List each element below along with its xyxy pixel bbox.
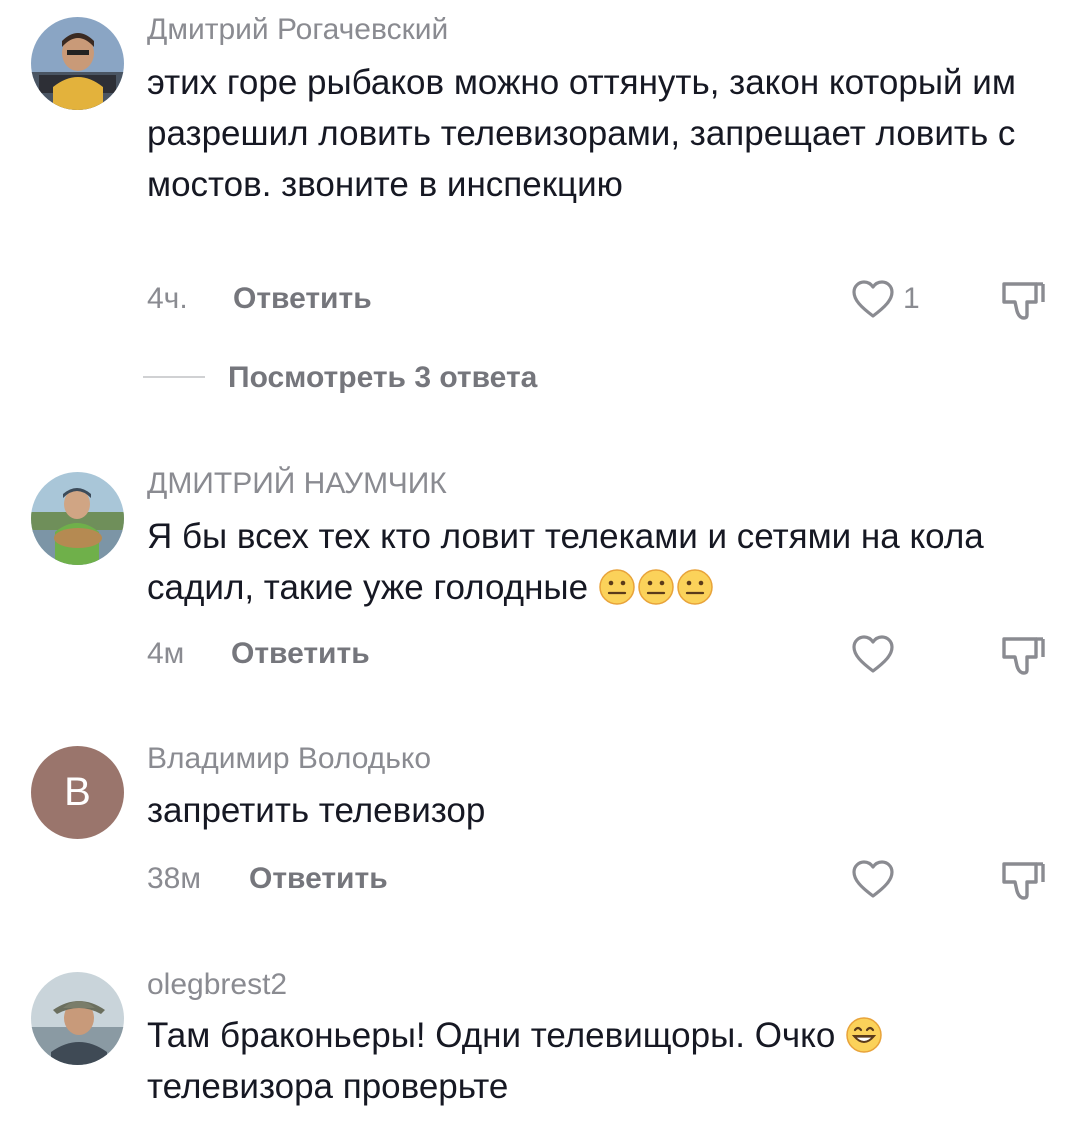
comment-text-content: Там браконьеры! Одни телевищоры. Очко [147, 1016, 836, 1055]
thumbs-down-icon [1002, 862, 1045, 900]
avatar[interactable]: B [31, 746, 124, 839]
reply-button[interactable]: Ответить [249, 861, 388, 897]
comment-text: Я бы всех тех кто ловит телеками и сетям… [147, 511, 1017, 613]
dislike-button[interactable] [1000, 858, 1046, 900]
heart-icon [852, 280, 894, 318]
avatar[interactable] [31, 472, 124, 565]
thumbs-down-icon [1002, 282, 1045, 320]
comment-username[interactable]: Дмитрий Рогачевский [147, 12, 448, 48]
divider-line [143, 376, 205, 378]
dislike-button[interactable] [1000, 633, 1046, 675]
view-replies-label: Посмотреть 3 ответа [228, 361, 538, 394]
like-count: 1 [903, 282, 920, 315]
neutral-face-emoji [676, 568, 714, 606]
avatar[interactable] [31, 972, 124, 1065]
comment-text: запретить телевизор [147, 791, 486, 830]
neutral-face-emoji [598, 568, 636, 606]
like-button[interactable] [851, 859, 895, 899]
comment-text: Там браконьеры! Одни телевищоры. Очко те… [147, 1010, 1017, 1112]
like-button[interactable] [851, 634, 895, 674]
reply-button[interactable]: Ответить [231, 636, 370, 672]
comment-text: этих горе рыбаков можно оттянуть, закон … [147, 63, 1016, 204]
dislike-button[interactable] [1000, 278, 1046, 320]
comment-username[interactable]: olegbrest2 [147, 967, 287, 1003]
comment-username[interactable]: ДМИТРИЙ НАУМЧИК [147, 466, 447, 502]
heart-icon [852, 635, 894, 673]
like-button[interactable] [851, 279, 895, 319]
heart-icon [852, 860, 894, 898]
neutral-face-emoji [637, 568, 675, 606]
comment-text-continued: телевизора проверьте [147, 1067, 509, 1106]
comment-time: 38м [147, 862, 201, 895]
comment-time: 4ч. [147, 282, 188, 315]
comment-time: 4м [147, 637, 185, 670]
avatar[interactable] [31, 17, 124, 110]
comment-username[interactable]: Владимир Володько [147, 741, 431, 777]
thumbs-down-icon [1002, 637, 1045, 675]
comment-text-content: Я бы всех тех кто ловит телеками и сетям… [147, 517, 984, 607]
grinning-face-emoji [845, 1016, 883, 1054]
reply-button[interactable]: Ответить [233, 281, 372, 317]
